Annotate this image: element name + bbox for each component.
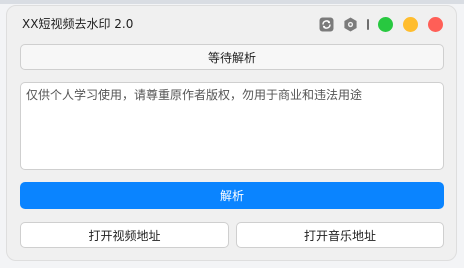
parse-button[interactable]: 解析 — [20, 182, 444, 209]
url-input[interactable]: 仅供个人学习使用，请尊重原作者版权，勿用于商业和违法用途 — [20, 82, 444, 170]
refresh-icon[interactable] — [319, 17, 334, 32]
minimize-button[interactable] — [403, 17, 418, 32]
maximize-button[interactable] — [378, 17, 393, 32]
titlebar-separator — [367, 19, 369, 30]
status-button[interactable]: 等待解析 — [20, 44, 444, 70]
background-strip — [0, 0, 464, 4]
settings-icon[interactable] — [343, 17, 358, 32]
open-video-button[interactable]: 打开视频地址 — [20, 222, 229, 248]
close-button[interactable] — [428, 17, 443, 32]
window-title: XX短视频去水印 2.0 — [22, 17, 134, 31]
app-window: XX短视频去水印 2.0 等待解析 仅供个人学习使用，请尊重原作者版权，勿用于商… — [6, 5, 457, 261]
open-music-button[interactable]: 打开音乐地址 — [236, 222, 444, 248]
